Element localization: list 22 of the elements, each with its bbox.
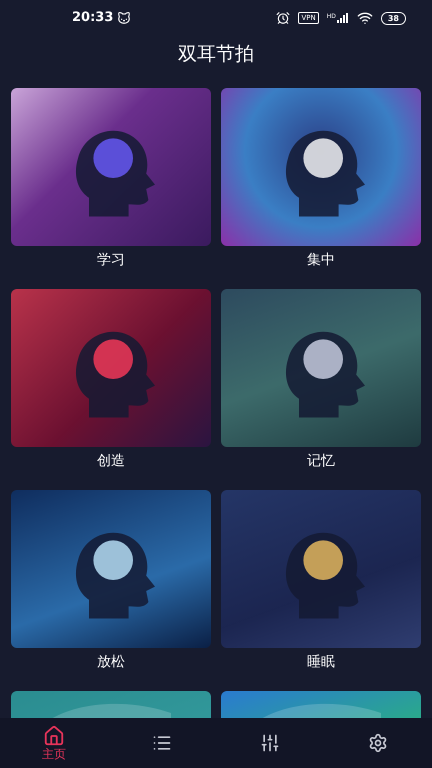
category-label: 睡眠 bbox=[307, 653, 335, 672]
page-title: 双耳节拍 bbox=[178, 42, 254, 67]
category-label: 学习 bbox=[97, 251, 125, 270]
category-label: 创造 bbox=[97, 452, 125, 471]
category-label: 放松 bbox=[97, 653, 125, 672]
home-icon bbox=[43, 725, 65, 747]
category-card[interactable] bbox=[221, 88, 421, 246]
alarm-icon bbox=[276, 11, 290, 25]
cat-icon bbox=[117, 11, 132, 25]
wifi-icon bbox=[356, 10, 373, 26]
category-card[interactable] bbox=[11, 490, 211, 648]
battery-indicator: 38 bbox=[380, 12, 406, 24]
sliders-icon bbox=[260, 733, 280, 753]
category-card[interactable] bbox=[11, 88, 211, 246]
category-label: 记忆 bbox=[307, 452, 335, 471]
status-time: 20:33 bbox=[72, 9, 114, 28]
category-card[interactable] bbox=[221, 289, 421, 447]
settings-icon bbox=[368, 733, 388, 753]
category-card[interactable] bbox=[221, 490, 421, 648]
signal-icon bbox=[336, 13, 349, 23]
nav-tab[interactable]: 主页 bbox=[0, 725, 108, 761]
category-label: 集中 bbox=[307, 251, 335, 270]
